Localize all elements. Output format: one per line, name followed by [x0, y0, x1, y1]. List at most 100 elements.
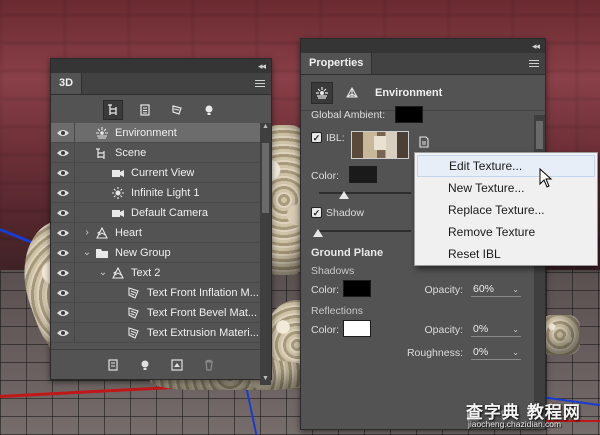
properties-section-title: Environment	[375, 86, 443, 99]
reflections-color-swatch[interactable]	[343, 320, 371, 337]
layer-row[interactable]: Infinite Light 1	[51, 182, 271, 203]
menu-item-new-texture[interactable]: New Texture...	[415, 177, 597, 199]
scrollbar-thumb[interactable]	[262, 143, 269, 213]
panel-tabbar: Properties	[301, 53, 545, 75]
expand-toggle-icon[interactable]: ⌄	[97, 267, 109, 278]
shadow-softness-slider-track[interactable]	[319, 230, 411, 232]
eye-visibility-icon[interactable]	[51, 282, 75, 303]
group-icon	[95, 246, 109, 260]
layer-row[interactable]: Text Front Inflation M...	[51, 282, 271, 303]
scroll-up-icon[interactable]: ▲	[260, 123, 271, 133]
shadows-opacity-label: Opacity:	[424, 284, 463, 296]
panel-tabbar: 3D	[51, 73, 271, 95]
environment-mode-icon[interactable]	[311, 81, 333, 104]
material-icon	[127, 286, 141, 300]
layer-row[interactable]: Text Extrusion Materi...	[51, 322, 271, 343]
collapse-panel-icon[interactable]: ◂◂	[532, 41, 540, 52]
chevron-down-icon[interactable]: ⌄	[512, 325, 519, 334]
add-mesh-icon[interactable]	[105, 357, 121, 373]
layer-row[interactable]: Environment	[51, 122, 271, 143]
shadows-color-swatch[interactable]	[343, 280, 371, 297]
layer-row-body: Text Extrusion Materi...	[75, 326, 271, 340]
layer-name: Heart	[115, 226, 142, 239]
layer-row-body: Scene	[75, 146, 271, 160]
tab-properties[interactable]: Properties	[301, 53, 373, 74]
shadows-subsection-label: Shadows	[311, 265, 355, 277]
global-ambient-label: Global Ambient:	[311, 109, 386, 121]
add-light-icon[interactable]	[137, 357, 153, 373]
layer-row[interactable]: ⌄ New Group	[51, 242, 271, 263]
layer-name: Text Extrusion Materi...	[147, 326, 259, 339]
layer-row[interactable]: Text Front Bevel Mat...	[51, 302, 271, 323]
layer-name: Text Front Inflation M...	[147, 286, 259, 299]
panel-menu-icon[interactable]	[253, 73, 271, 94]
global-ambient-color-swatch[interactable]	[395, 106, 423, 123]
eye-visibility-icon[interactable]	[51, 162, 75, 183]
ibl-intensity-slider-track[interactable]	[319, 192, 411, 194]
eye-visibility-icon[interactable]	[51, 122, 75, 143]
eye-visibility-icon[interactable]	[51, 142, 75, 163]
delete-icon[interactable]	[201, 357, 217, 373]
eye-visibility-icon[interactable]	[51, 262, 75, 283]
filter-bar	[51, 95, 271, 125]
shadow-label: Shadow	[326, 207, 364, 219]
expand-toggle-icon[interactable]: ›	[81, 227, 93, 238]
layer-row-body: ⌄ New Group	[75, 246, 271, 260]
roughness-label: Roughness:	[406, 347, 463, 359]
layer-list-scrollbar[interactable]: ▲ ▼	[260, 123, 271, 385]
eye-visibility-icon[interactable]	[51, 182, 75, 203]
tab-3d[interactable]: 3D	[51, 73, 83, 94]
ibl-texture-context-menu: Edit Texture... New Texture... Replace Tex…	[414, 152, 598, 266]
layer-name: Environment	[115, 126, 177, 139]
layer-row[interactable]: Current View	[51, 162, 271, 183]
shadow-softness-slider-knob[interactable]	[313, 229, 323, 237]
menu-item-remove-texture[interactable]: Remove Texture	[415, 221, 597, 243]
ground-plane-title: Ground Plane	[311, 247, 384, 259]
mouse-pointer-icon	[539, 168, 553, 188]
chevron-down-icon[interactable]: ⌄	[512, 348, 519, 357]
reflections-opacity-value: 0%	[473, 323, 489, 335]
scene-mode-icon[interactable]	[341, 82, 363, 104]
whole-scene-filter-icon[interactable]	[103, 100, 123, 120]
mesh-icon	[95, 226, 109, 240]
ibl-color-swatch[interactable]	[349, 166, 377, 183]
layer-name: Default Camera	[131, 206, 209, 219]
eye-visibility-icon[interactable]	[51, 322, 75, 343]
render-icon[interactable]	[169, 357, 185, 373]
expand-toggle-icon[interactable]: ⌄	[81, 247, 93, 258]
layer-row[interactable]: › Heart	[51, 222, 271, 243]
eye-visibility-icon[interactable]	[51, 222, 75, 243]
menu-item-replace-texture[interactable]: Replace Texture...	[415, 199, 597, 221]
scrollbar-thumb[interactable]	[536, 121, 543, 149]
meshes-filter-icon[interactable]	[135, 100, 155, 120]
ibl-texture-thumbnail[interactable]	[351, 131, 409, 159]
collapse-panel-icon[interactable]: ◂◂	[258, 61, 266, 72]
shadows-opacity-field[interactable]: 60% ⌄	[471, 282, 521, 297]
layer-row[interactable]: Scene	[51, 142, 271, 163]
chevron-down-icon[interactable]: ⌄	[512, 285, 519, 294]
light-icon	[111, 186, 125, 200]
roughness-field[interactable]: 0% ⌄	[471, 345, 521, 360]
shadows-opacity-value: 60%	[473, 283, 495, 295]
layer-name: Scene	[115, 146, 147, 159]
panel-menu-icon[interactable]	[527, 53, 545, 74]
materials-filter-icon[interactable]	[167, 100, 187, 120]
layer-name: Text 2	[131, 266, 161, 279]
ibl-texture-menu-icon[interactable]	[417, 135, 431, 149]
ibl-checkbox[interactable]: ✓	[311, 132, 322, 143]
eye-visibility-icon[interactable]	[51, 202, 75, 223]
layer-row-body: › Heart	[75, 226, 271, 240]
3d-panel-footer	[51, 349, 271, 379]
mesh-icon	[111, 266, 125, 280]
menu-item-reset-ibl[interactable]: Reset IBL	[415, 243, 597, 265]
eye-visibility-icon[interactable]	[51, 302, 75, 323]
reflections-opacity-field[interactable]: 0% ⌄	[471, 322, 521, 337]
ibl-intensity-slider-knob[interactable]	[339, 191, 349, 199]
layer-row[interactable]: Default Camera	[51, 202, 271, 223]
shadow-checkbox[interactable]: ✓	[311, 207, 322, 218]
ibl-color-label: Color:	[311, 170, 340, 182]
menu-item-edit-texture[interactable]: Edit Texture...	[417, 155, 595, 177]
lights-filter-icon[interactable]	[199, 100, 219, 120]
eye-visibility-icon[interactable]	[51, 242, 75, 263]
layer-row[interactable]: ⌄ Text 2	[51, 262, 271, 283]
